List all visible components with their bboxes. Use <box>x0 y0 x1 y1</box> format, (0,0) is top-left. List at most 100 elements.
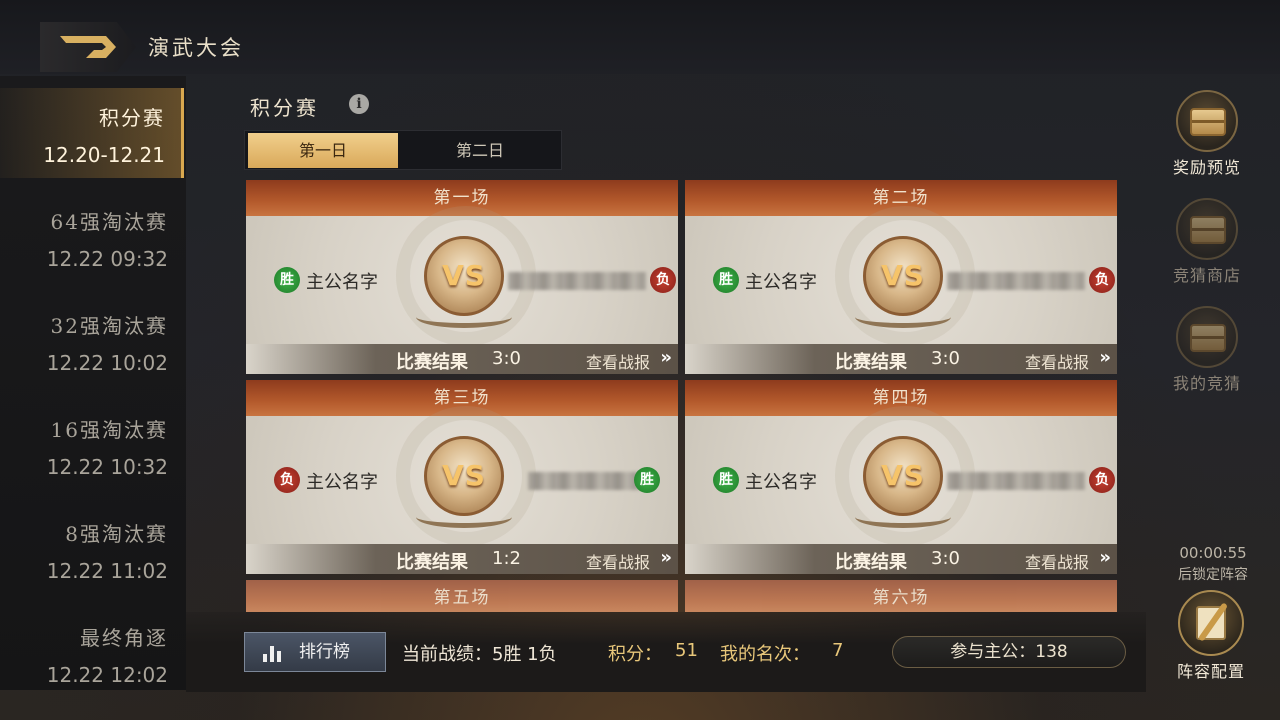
sidebar-item-label: 8强淘汰赛 <box>65 522 168 546</box>
sidebar-item-time: 12.22 10:32 <box>46 455 168 479</box>
opponent-name-blurred <box>947 272 1085 290</box>
my-bets-label: 我的竞猜 <box>1172 374 1241 393</box>
player-win-badge: 胜 <box>713 467 739 493</box>
sidebar-item-top16[interactable]: 16强淘汰赛 12.22 10:32 <box>0 400 184 490</box>
page-title: 演武大会 <box>148 36 244 60</box>
score-value: 51 <box>675 640 698 661</box>
vs-emblem: VS <box>863 236 943 316</box>
lock-countdown-label: 后锁定阵容 <box>1178 567 1248 583</box>
match-body: 胜 主公名字 VS 负 <box>685 206 1117 346</box>
section-title: 积分赛 <box>250 96 319 120</box>
result-score: 1:2 <box>492 548 521 569</box>
sidebar-item-points-match[interactable]: 积分赛 12.20-12.21 <box>0 88 184 178</box>
match-card: 第五场 <box>246 580 678 612</box>
opponent-lose-badge: 负 <box>1089 467 1115 493</box>
sidebar-item-top64[interactable]: 64强淘汰赛 12.22 09:32 <box>0 192 184 282</box>
sidebar-item-top32[interactable]: 32强淘汰赛 12.22 10:02 <box>0 296 184 386</box>
match-card: 第四场 胜 主公名字 VS 负 比赛结果 3:0 查看战报 » <box>685 380 1117 574</box>
player-win-badge: 胜 <box>713 267 739 293</box>
scroll-brush-icon <box>1178 590 1244 656</box>
match-card: 第三场 负 主公名字 VS 胜 比赛结果 1:2 查看战报 » <box>246 380 678 574</box>
match-card: 第一场 胜 主公名字 VS 负 比赛结果 3:0 查看战报 » <box>246 180 678 374</box>
sidebar-item-label: 积分赛 <box>99 106 165 130</box>
opponent-lose-badge: 负 <box>1089 267 1115 293</box>
reward-preview-label: 奖励预览 <box>1172 158 1241 177</box>
view-report-link[interactable]: 查看战报 <box>586 549 650 573</box>
sidebar-item-label: 64强淘汰赛 <box>50 210 168 234</box>
match-grid: 第一场 胜 主公名字 VS 负 比赛结果 3:0 查看战报 » 第二场 胜 主公… <box>246 180 1118 612</box>
match-footer: 比赛结果 3:0 查看战报 » <box>246 344 678 374</box>
player-win-badge: 胜 <box>274 267 300 293</box>
double-chevron-right-icon[interactable]: » <box>660 347 672 368</box>
sidebar-item-top8[interactable]: 8强淘汰赛 12.22 11:02 <box>0 504 184 594</box>
result-label: 比赛结果 <box>835 352 907 373</box>
tab-day-two[interactable]: 第二日 <box>405 133 555 168</box>
match-card: 第六场 <box>685 580 1117 612</box>
player-name: 主公名字 <box>306 272 378 293</box>
player-name: 主公名字 <box>306 472 378 493</box>
bet-chest-icon <box>1176 306 1238 368</box>
result-label: 比赛结果 <box>396 352 468 373</box>
match-title: 第五场 <box>246 580 678 612</box>
result-score: 3:0 <box>492 348 521 369</box>
result-label: 比赛结果 <box>835 552 907 573</box>
back-arrow-icon[interactable] <box>56 30 120 64</box>
match-footer: 比赛结果 3:0 查看战报 » <box>685 544 1117 574</box>
lineup-config-label: 阵容配置 <box>1176 662 1245 681</box>
sidebar-item-time: 12.22 10:02 <box>46 351 168 375</box>
sidebar-item-time: 12.22 09:32 <box>46 247 168 271</box>
match-card: 第二场 胜 主公名字 VS 负 比赛结果 3:0 查看战报 » <box>685 180 1117 374</box>
lineup-config-button[interactable]: 阵容配置 <box>1166 590 1256 682</box>
rank-value: 7 <box>832 640 844 661</box>
sidebar-item-time: 12.22 11:02 <box>46 559 168 583</box>
match-footer: 比赛结果 1:2 查看战报 » <box>246 544 678 574</box>
double-chevron-right-icon[interactable]: » <box>1099 547 1111 568</box>
view-report-link[interactable]: 查看战报 <box>1025 549 1089 573</box>
opponent-lose-badge: 负 <box>650 267 676 293</box>
opponent-win-badge: 胜 <box>634 467 660 493</box>
participants-count: 参与主公：138 <box>892 636 1126 668</box>
tab-day-one[interactable]: 第一日 <box>248 133 398 168</box>
vs-emblem: VS <box>424 236 504 316</box>
leaderboard-button[interactable]: 排行榜 <box>244 632 386 672</box>
sidebar-item-final[interactable]: 最终角逐 12.22 12:02 <box>0 608 184 698</box>
match-body: 负 主公名字 VS 胜 <box>246 406 678 546</box>
sidebar-item-time: 12.20-12.21 <box>43 143 165 167</box>
player-name: 主公名字 <box>745 272 817 293</box>
match-body: 胜 主公名字 VS 负 <box>246 206 678 346</box>
opponent-name-blurred <box>528 472 640 490</box>
view-report-link[interactable]: 查看战报 <box>586 349 650 373</box>
sidebar-item-label: 16强淘汰赛 <box>50 418 168 442</box>
result-score: 3:0 <box>931 348 960 369</box>
player-name: 主公名字 <box>745 472 817 493</box>
lock-countdown: 00:00:55 <box>1179 544 1247 562</box>
rank-label: 我的名次： <box>720 644 810 665</box>
match-footer: 比赛结果 3:0 查看战报 » <box>685 344 1117 374</box>
opponent-name-blurred <box>947 472 1085 490</box>
treasure-chest-icon <box>1176 90 1238 152</box>
stage-sidebar: 积分赛 12.20-12.21 64强淘汰赛 12.22 09:32 32强淘汰… <box>0 76 186 690</box>
top-bar: 演武大会 <box>0 0 1280 74</box>
result-label: 比赛结果 <box>396 552 468 573</box>
bet-shop-label: 竞猜商店 <box>1172 266 1241 285</box>
bet-shop-button[interactable]: 竞猜商店 <box>1162 198 1252 286</box>
vs-emblem: VS <box>424 436 504 516</box>
score-label: 积分： <box>608 644 662 665</box>
bar-chart-icon <box>263 644 283 662</box>
my-bets-button[interactable]: 我的竞猜 <box>1162 306 1252 394</box>
result-score: 3:0 <box>931 548 960 569</box>
double-chevron-right-icon[interactable]: » <box>660 547 672 568</box>
match-body: 胜 主公名字 VS 负 <box>685 406 1117 546</box>
vs-emblem: VS <box>863 436 943 516</box>
shop-icon <box>1176 198 1238 260</box>
sidebar-item-label: 32强淘汰赛 <box>50 314 168 338</box>
day-tabs: 第一日 第二日 <box>244 130 562 170</box>
current-record: 当前战绩：5胜 1负 <box>402 644 557 665</box>
view-report-link[interactable]: 查看战报 <box>1025 349 1089 373</box>
double-chevron-right-icon[interactable]: » <box>1099 347 1111 368</box>
reward-preview-button[interactable]: 奖励预览 <box>1162 90 1252 178</box>
match-title: 第六场 <box>685 580 1117 612</box>
sidebar-item-label: 最终角逐 <box>80 626 168 650</box>
sidebar-item-time: 12.22 12:02 <box>46 663 168 687</box>
info-icon[interactable]: i <box>349 94 369 114</box>
